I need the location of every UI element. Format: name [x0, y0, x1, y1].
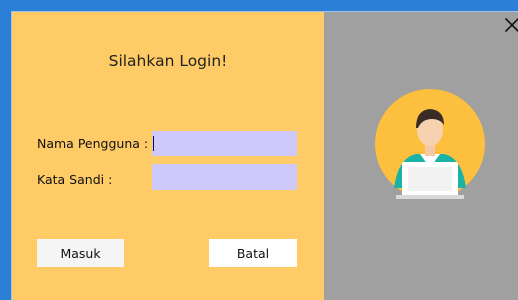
- user-laptop-avatar-icon: [375, 89, 485, 199]
- login-window: Silahkan Login! Nama Pengguna : Kata San…: [0, 0, 518, 300]
- window-border-left: [0, 0, 11, 300]
- username-label: Nama Pengguna :: [37, 136, 149, 151]
- window-border-top: [0, 0, 518, 11]
- username-input[interactable]: [152, 131, 297, 156]
- login-button[interactable]: Masuk: [37, 239, 124, 267]
- close-icon[interactable]: [503, 16, 518, 34]
- cancel-button[interactable]: Batal: [209, 239, 297, 267]
- password-input[interactable]: [152, 164, 297, 190]
- text-cursor: [153, 136, 154, 151]
- password-label: Kata Sandi :: [37, 172, 113, 187]
- login-title: Silahkan Login!: [108, 52, 228, 70]
